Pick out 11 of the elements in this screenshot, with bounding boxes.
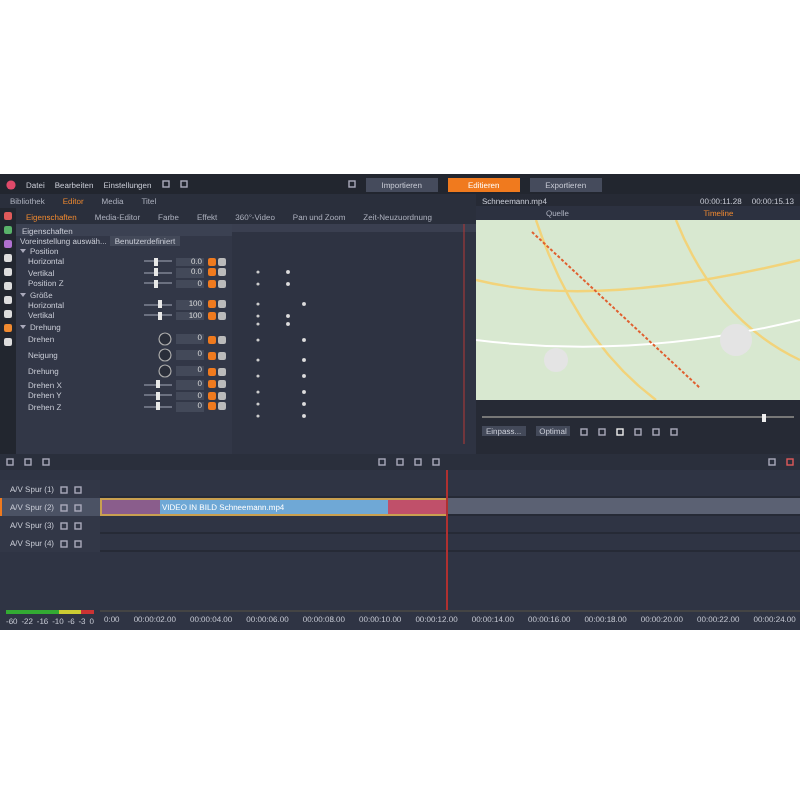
app-logo-icon <box>6 179 16 189</box>
playhead-marker[interactable] <box>762 413 767 421</box>
caret-icon[interactable] <box>20 291 26 297</box>
slider-thumb[interactable] <box>154 279 159 288</box>
caret-icon[interactable] <box>20 323 26 329</box>
slider-thumb[interactable] <box>157 311 162 320</box>
tool-icon[interactable] <box>768 458 776 466</box>
slider-thumb[interactable] <box>154 257 159 266</box>
slider-thumb[interactable] <box>157 300 162 309</box>
caret-icon[interactable] <box>20 248 26 254</box>
slider-thumb[interactable] <box>154 268 159 277</box>
